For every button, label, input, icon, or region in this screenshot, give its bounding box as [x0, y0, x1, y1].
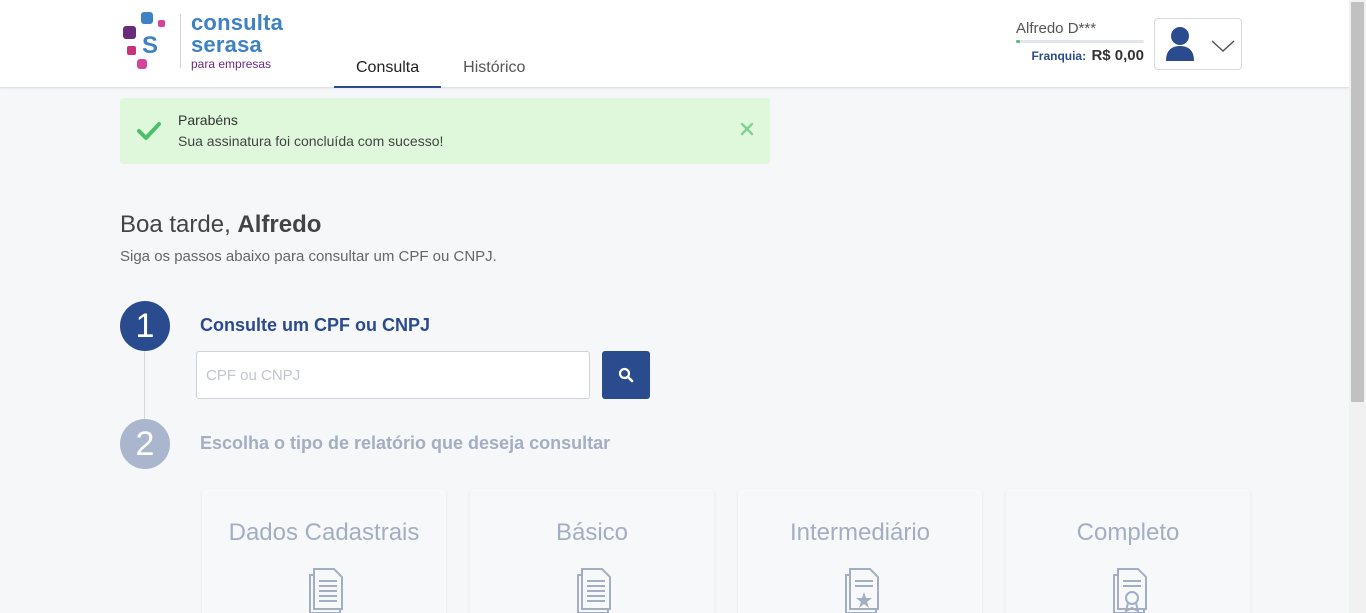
greeting-prefix: Boa tarde,: [120, 211, 238, 238]
success-alert: Parabéns Sua assinatura foi concluída co…: [120, 98, 770, 164]
report-card-completo[interactable]: Completo: [1006, 489, 1250, 613]
franquia-value: R$ 0,00: [1091, 47, 1144, 64]
chevron-down-icon: [1211, 40, 1235, 53]
report-card-title: Completo: [1076, 519, 1180, 546]
greeting-subtitle: Siga os passos abaixo para consultar um …: [120, 248, 497, 265]
logo-dots-icon: S: [123, 12, 165, 69]
alert-title: Parabéns: [178, 112, 238, 128]
close-icon[interactable]: [739, 121, 755, 137]
document-badge-icon: [1113, 568, 1147, 613]
search-button[interactable]: [602, 351, 650, 399]
user-menu-button[interactable]: [1154, 18, 1242, 70]
scrollbar-thumb[interactable]: [1351, 2, 1364, 402]
logo-word-consulta: consulta: [191, 10, 284, 35]
step-2-title: Escolha o tipo de relatório que deseja c…: [200, 433, 611, 453]
page-scrollbar[interactable]: [1349, 0, 1366, 613]
cpf-cnpj-input[interactable]: [196, 351, 590, 399]
report-card-title: Intermediário: [789, 519, 931, 546]
top-header: S consulta serasa para empresas Consulta…: [0, 0, 1349, 88]
user-avatar-icon: [1166, 27, 1194, 61]
step-1-badge: 1: [120, 301, 170, 351]
search-icon: [618, 367, 634, 383]
checkmark-icon: [137, 122, 161, 140]
step-2-badge: 2: [120, 419, 170, 469]
logo-text: consulta serasa para empresas: [191, 10, 284, 72]
franquia-progress-fill: [1016, 40, 1020, 43]
greeting-heading: Boa tarde, Alfredo: [120, 211, 321, 239]
franquia-label: Franquia:: [1031, 49, 1087, 63]
logo-word-serasa: serasa: [191, 32, 262, 57]
document-star-icon: [845, 568, 879, 613]
franquia-progress-bar: [1016, 40, 1144, 43]
document-lines-icon: [309, 568, 343, 613]
alert-message: Sua assinatura foi concluída com sucesso…: [178, 133, 444, 149]
report-card-intermediario[interactable]: Intermediário: [738, 489, 982, 613]
report-card-dados-cadastrais[interactable]: Dados Cadastrais: [202, 489, 446, 613]
svg-text:S: S: [142, 32, 158, 59]
step-connector-line: [144, 350, 145, 420]
franquia-balance: Franquia: R$ 0,00: [1016, 47, 1144, 64]
step-1-title: Consulte um CPF ou CNPJ: [200, 315, 431, 335]
tab-historico[interactable]: Histórico: [441, 48, 547, 88]
user-name: Alfredo D***: [1016, 20, 1097, 37]
logo-divider: [180, 14, 181, 68]
serasa-logo[interactable]: S consulta serasa para empresas: [123, 12, 293, 72]
user-info: Alfredo D*** Franquia: R$ 0,00: [1016, 20, 1144, 64]
logo-tagline: para empresas: [191, 57, 272, 71]
document-lines-icon: [577, 568, 611, 613]
main-nav: Consulta Histórico: [334, 48, 547, 88]
greeting-name: Alfredo: [237, 211, 322, 238]
report-card-title: Dados Cadastrais: [228, 519, 420, 546]
report-card-basico[interactable]: Básico: [470, 489, 714, 613]
report-card-title: Básico: [555, 519, 629, 546]
tab-consulta[interactable]: Consulta: [334, 48, 442, 88]
